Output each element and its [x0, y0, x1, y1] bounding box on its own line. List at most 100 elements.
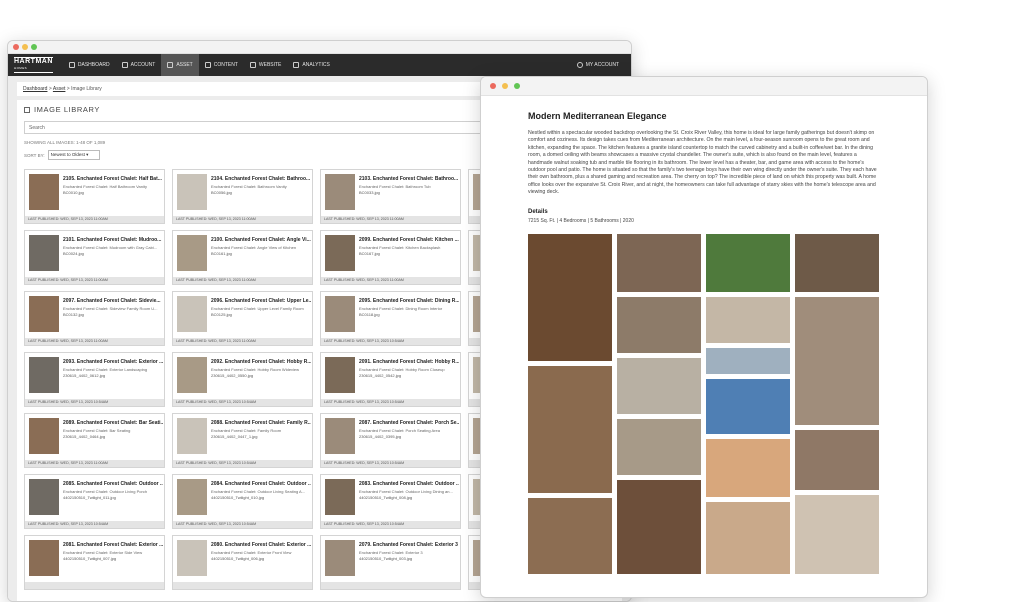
card-description: Enchanted Forest Chalet: Kitchen Backspl… — [359, 245, 441, 250]
image-card[interactable]: 2088. Enchanted Forest Chalet: Family R.… — [172, 413, 313, 468]
card-filename: BC0161.jpg — [211, 251, 232, 256]
image-thumbnail[interactable] — [325, 418, 355, 454]
gallery-photo[interactable] — [706, 438, 790, 497]
image-card[interactable]: 2093. Enchanted Forest Chalet: Exterior … — [24, 352, 165, 407]
card-last-published — [173, 582, 312, 589]
image-thumbnail[interactable] — [177, 357, 207, 393]
minimize-window-button[interactable] — [502, 83, 508, 89]
image-thumbnail[interactable] — [29, 540, 59, 576]
image-thumbnail[interactable] — [325, 235, 355, 271]
nav-website[interactable]: WEBSITE — [244, 54, 288, 76]
breadcrumb-asset[interactable]: Asset — [53, 86, 66, 92]
nav-asset[interactable]: ASSET — [161, 54, 199, 76]
gallery-photo[interactable] — [528, 233, 612, 361]
gallery-photo[interactable] — [528, 497, 612, 574]
image-card[interactable]: 2081. Enchanted Forest Chalet: Exterior … — [24, 535, 165, 590]
image-thumbnail[interactable] — [325, 479, 355, 515]
nav-account[interactable]: ACCOUNT — [116, 54, 162, 76]
card-filename: BC0033.jpg — [359, 190, 380, 195]
image-thumbnail[interactable] — [29, 357, 59, 393]
gallery-photo[interactable] — [706, 233, 790, 292]
card-last-published: LAST PUBLISHED: WED, SEP 13, 2023 11:00A… — [321, 277, 460, 284]
nav-dashboard[interactable]: DASHBOARD — [63, 54, 116, 76]
property-title: Modern Mediterranean Elegance — [528, 111, 667, 121]
image-thumbnail[interactable] — [177, 296, 207, 332]
breadcrumb-dashboard[interactable]: Dashboard — [23, 86, 47, 92]
card-description: Enchanted Forest Chalet: Porch Seating A… — [359, 428, 440, 433]
image-thumbnail[interactable] — [177, 174, 207, 210]
image-card[interactable]: 2092. Enchanted Forest Chalet: Hobby R..… — [172, 352, 313, 407]
gallery-photo[interactable] — [795, 494, 879, 574]
image-card[interactable]: 2104. Enchanted Forest Chalet: Bathroo..… — [172, 169, 313, 224]
image-thumbnail[interactable] — [177, 479, 207, 515]
image-card[interactable]: 2097. Enchanted Forest Chalet: Sidevie..… — [24, 291, 165, 346]
card-description: Enchanted Forest Chalet: Hobby Room Clos… — [359, 367, 445, 372]
image-card[interactable]: 2103. Enchanted Forest Chalet: Bathroo..… — [320, 169, 461, 224]
card-description: Enchanted Forest Chalet: Exterior Landsc… — [63, 367, 148, 372]
image-card[interactable]: 2087. Enchanted Forest Chalet: Porch Se.… — [320, 413, 461, 468]
gallery-photo[interactable] — [706, 347, 790, 374]
image-thumbnail[interactable] — [177, 235, 207, 271]
image-thumbnail[interactable] — [29, 479, 59, 515]
image-thumbnail[interactable] — [29, 296, 59, 332]
gallery-photo[interactable] — [617, 479, 701, 574]
image-thumbnail[interactable] — [325, 540, 355, 576]
card-last-published: LAST PUBLISHED: WED, SEP 13, 2023 10:54A… — [25, 521, 164, 528]
image-thumbnail[interactable] — [29, 174, 59, 210]
image-card[interactable]: 2101. Enchanted Forest Chalet: Mudroo...… — [24, 230, 165, 285]
image-card[interactable]: 2084. Enchanted Forest Chalet: Outdoor .… — [172, 474, 313, 529]
image-card[interactable]: 2091. Enchanted Forest Chalet: Hobby R..… — [320, 352, 461, 407]
nav-content[interactable]: CONTENT — [199, 54, 244, 76]
close-window-button[interactable] — [13, 44, 19, 50]
gallery-photo[interactable] — [795, 429, 879, 490]
card-description: Enchanted Forest Chalet: Exterior 3 — [359, 550, 423, 555]
gallery-photo[interactable] — [706, 296, 790, 343]
image-card[interactable]: 2095. Enchanted Forest Chalet: Dining R.… — [320, 291, 461, 346]
card-last-published: LAST PUBLISHED: WED, SEP 13, 2023 11:00A… — [25, 216, 164, 223]
image-card[interactable]: 2079. Enchanted Forest Chalet: Exterior … — [320, 535, 461, 590]
gallery-photo[interactable] — [528, 365, 612, 493]
image-card[interactable]: 2083. Enchanted Forest Chalet: Outdoor .… — [320, 474, 461, 529]
nav-my-account[interactable]: MY ACCOUNT — [571, 54, 625, 76]
gallery-photo[interactable] — [706, 378, 790, 434]
image-thumbnail[interactable] — [325, 174, 355, 210]
image-thumbnail[interactable] — [177, 418, 207, 454]
maximize-window-button[interactable] — [31, 44, 37, 50]
minimize-window-button[interactable] — [22, 44, 28, 50]
image-card[interactable]: 2105. Enchanted Forest Chalet: Half Bat.… — [24, 169, 165, 224]
card-description: Enchanted Forest Chalet: Sideview Family… — [63, 306, 158, 311]
card-description: Enchanted Forest Chalet: Hobby Room Wide… — [211, 367, 300, 372]
image-card[interactable]: 2096. Enchanted Forest Chalet: Upper Le.… — [172, 291, 313, 346]
image-card[interactable]: 2080. Enchanted Forest Chalet: Exterior … — [172, 535, 313, 590]
nav-analytics[interactable]: ANALYTICS — [287, 54, 335, 76]
image-thumbnail[interactable] — [29, 235, 59, 271]
card-description: Enchanted Forest Chalet: Angle View of K… — [211, 245, 297, 250]
image-card[interactable]: 2099. Enchanted Forest Chalet: Kitchen .… — [320, 230, 461, 285]
image-card[interactable]: 2085. Enchanted Forest Chalet: Outdoor .… — [24, 474, 165, 529]
card-filename: 4402150510_Twilight_008.jpg — [359, 495, 413, 500]
image-thumbnail[interactable] — [177, 540, 207, 576]
card-last-published: LAST PUBLISHED: WED, SEP 13, 2023 11:00A… — [25, 277, 164, 284]
gallery-photo[interactable] — [617, 357, 701, 414]
nav-label: WEBSITE — [258, 62, 282, 68]
image-thumbnail[interactable] — [325, 357, 355, 393]
gallery-photo[interactable] — [617, 296, 701, 353]
hartman-logo[interactable]: HARTMAN HOMES — [14, 57, 53, 73]
card-title: 2089. Enchanted Forest Chalet: Bar Seati… — [63, 420, 163, 426]
card-description: Enchanted Forest Chalet: Dining Room Int… — [359, 306, 443, 311]
image-thumbnail[interactable] — [29, 418, 59, 454]
gallery-photo[interactable] — [617, 418, 701, 475]
sort-select[interactable]: Newest to Oldest ▾ — [47, 150, 100, 160]
maximize-window-button[interactable] — [514, 83, 520, 89]
image-thumbnail[interactable] — [325, 296, 355, 332]
gallery-photo[interactable] — [795, 233, 879, 292]
gallery-photo[interactable] — [795, 296, 879, 425]
card-title: 2091. Enchanted Forest Chalet: Hobby R..… — [359, 359, 459, 365]
close-window-button[interactable] — [490, 83, 496, 89]
gallery-photo[interactable] — [617, 233, 701, 292]
image-card[interactable]: 2089. Enchanted Forest Chalet: Bar Seati… — [24, 413, 165, 468]
image-card[interactable]: 2100. Enchanted Forest Chalet: Angle Vi.… — [172, 230, 313, 285]
card-title: 2095. Enchanted Forest Chalet: Dining R.… — [359, 298, 459, 304]
card-last-published — [25, 582, 164, 589]
gallery-photo[interactable] — [706, 501, 790, 574]
